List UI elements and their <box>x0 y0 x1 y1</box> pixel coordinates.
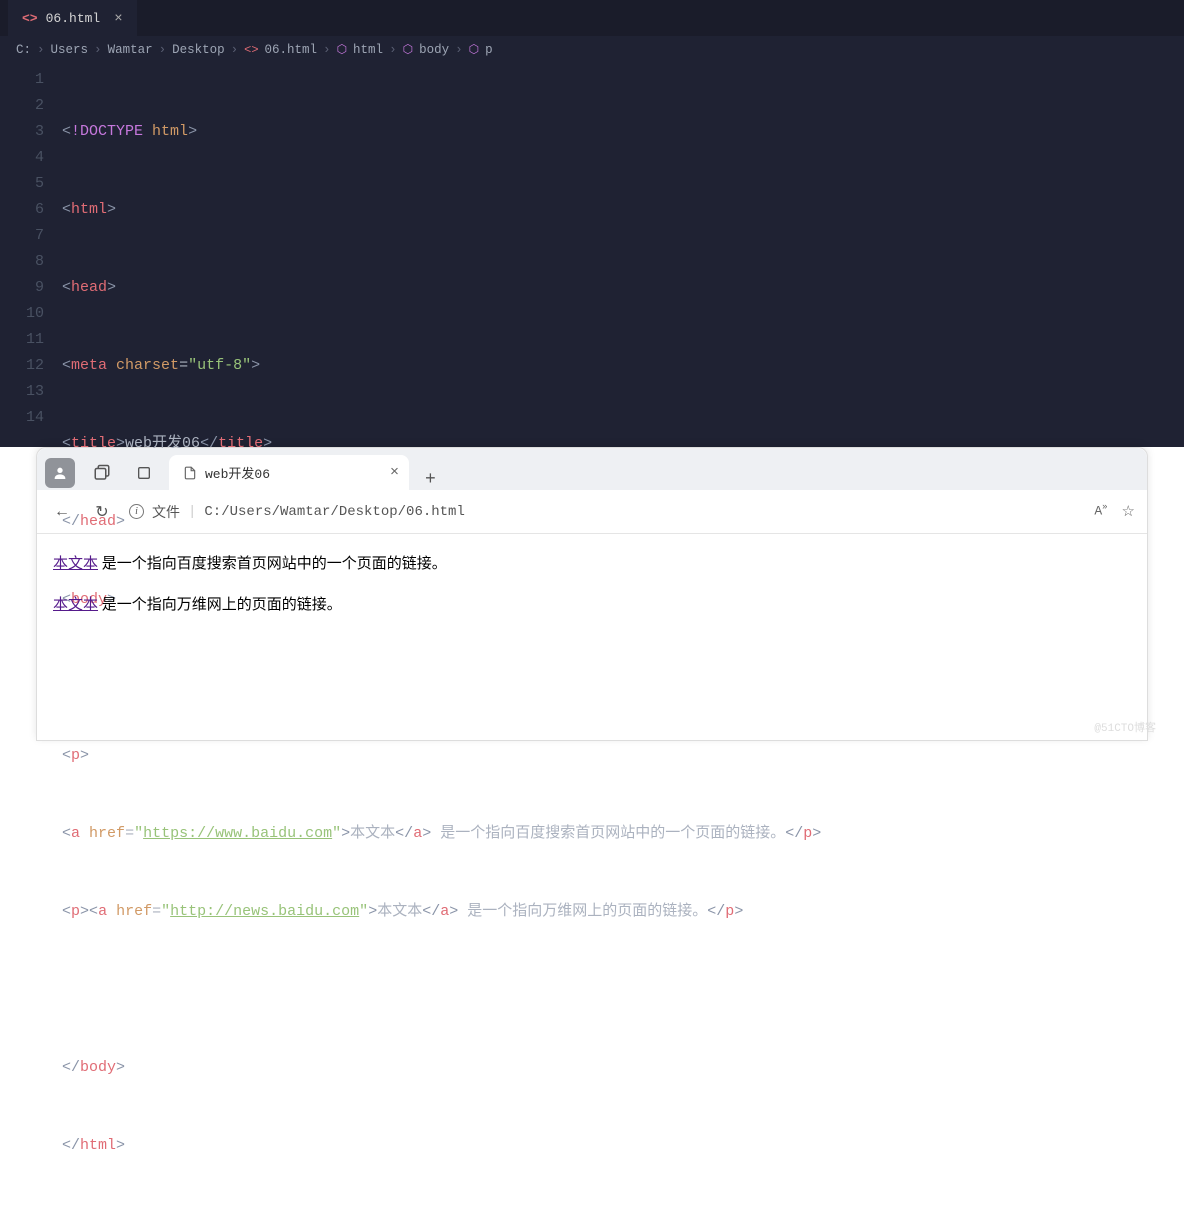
line-number: 6 <box>0 197 44 223</box>
chevron-right-icon: › <box>37 43 45 57</box>
line-number: 10 <box>0 301 44 327</box>
toolbar-right: A» ☆ <box>1094 502 1135 521</box>
line-number: 14 <box>0 405 44 431</box>
line-number: 12 <box>0 353 44 379</box>
tab-actions-button[interactable] <box>127 456 161 490</box>
line-number: 11 <box>0 327 44 353</box>
favorites-button[interactable]: ☆ <box>1122 502 1135 521</box>
profile-button[interactable] <box>43 456 77 490</box>
line-number: 9 <box>0 275 44 301</box>
browser-tab-strip: web开发06 × + <box>37 448 1147 490</box>
scheme-label: 文件 <box>152 502 180 522</box>
symbol-icon: ⬡ <box>337 42 347 57</box>
url-path: C:/Users/Wamtar/Desktop/06.html <box>204 504 464 520</box>
link-news-baidu[interactable]: 本文本 <box>53 597 98 613</box>
workspaces-button[interactable] <box>85 456 119 490</box>
line-number: 13 <box>0 379 44 405</box>
html-file-icon: <> <box>244 43 258 57</box>
line-number: 4 <box>0 145 44 171</box>
breadcrumb: C: › Users › Wamtar › Desktop › <> 06.html › ⬡… <box>0 36 1184 63</box>
paragraph: 本文本 是一个指向百度搜索首页网站中的一个页面的链接。 <box>53 552 1131 573</box>
symbol-icon: ⬡ <box>469 42 479 57</box>
line-number: 3 <box>0 119 44 145</box>
line-number: 8 <box>0 249 44 275</box>
breadcrumb-item[interactable]: html <box>353 43 383 57</box>
read-aloud-button[interactable]: A» <box>1094 502 1107 521</box>
close-tab-icon[interactable]: × <box>114 11 122 27</box>
chevron-right-icon: › <box>389 43 397 57</box>
line-number: 1 <box>0 67 44 93</box>
info-icon[interactable]: i <box>129 504 144 519</box>
browser-toolbar: ← ↻ i 文件 | C:/Users/Wamtar/Desktop/06.ht… <box>37 490 1147 534</box>
link-baidu[interactable]: 本文本 <box>53 556 98 572</box>
chevron-right-icon: › <box>323 43 331 57</box>
refresh-button[interactable]: ↻ <box>89 502 115 522</box>
breadcrumb-item[interactable]: C: <box>16 43 31 57</box>
address-separator: | <box>188 504 196 520</box>
browser-tab-title: web开发06 <box>205 463 270 482</box>
page-content: 本文本 是一个指向百度搜索首页网站中的一个页面的链接。 本文本 是一个指向万维网… <box>37 534 1147 652</box>
watermark: @51CTO博客 <box>1094 719 1156 735</box>
document-icon <box>183 466 197 480</box>
breadcrumb-item[interactable]: Desktop <box>172 43 225 57</box>
line-number: 2 <box>0 93 44 119</box>
chevron-right-icon: › <box>159 43 167 57</box>
chevron-right-icon: › <box>231 43 239 57</box>
breadcrumb-item[interactable]: Users <box>51 43 89 57</box>
html-file-icon: <> <box>22 11 38 26</box>
new-tab-button[interactable]: + <box>417 470 444 490</box>
browser-tab[interactable]: web开发06 × <box>169 455 409 490</box>
line-number: 7 <box>0 223 44 249</box>
chevron-right-icon: › <box>94 43 102 57</box>
user-icon <box>45 458 75 488</box>
code-editor: <> 06.html × C: › Users › Wamtar › Desktop ›… <box>0 0 1184 447</box>
breadcrumb-item[interactable]: p <box>485 43 493 57</box>
paragraph: 本文本 是一个指向万维网上的页面的链接。 <box>53 593 1131 614</box>
symbol-icon: ⬡ <box>403 42 413 57</box>
editor-tabs-bar: <> 06.html × <box>0 0 1184 36</box>
breadcrumb-item[interactable]: body <box>419 43 449 57</box>
address-bar[interactable]: i 文件 | C:/Users/Wamtar/Desktop/06.html <box>129 502 1080 522</box>
breadcrumb-item[interactable]: 06.html <box>265 43 318 57</box>
line-number: 5 <box>0 171 44 197</box>
chevron-right-icon: › <box>455 43 463 57</box>
editor-tab-06-html[interactable]: <> 06.html × <box>8 0 137 36</box>
close-tab-icon[interactable]: × <box>390 464 399 481</box>
tab-filename: 06.html <box>46 11 101 26</box>
back-button[interactable]: ← <box>49 503 75 521</box>
breadcrumb-item[interactable]: Wamtar <box>108 43 153 57</box>
